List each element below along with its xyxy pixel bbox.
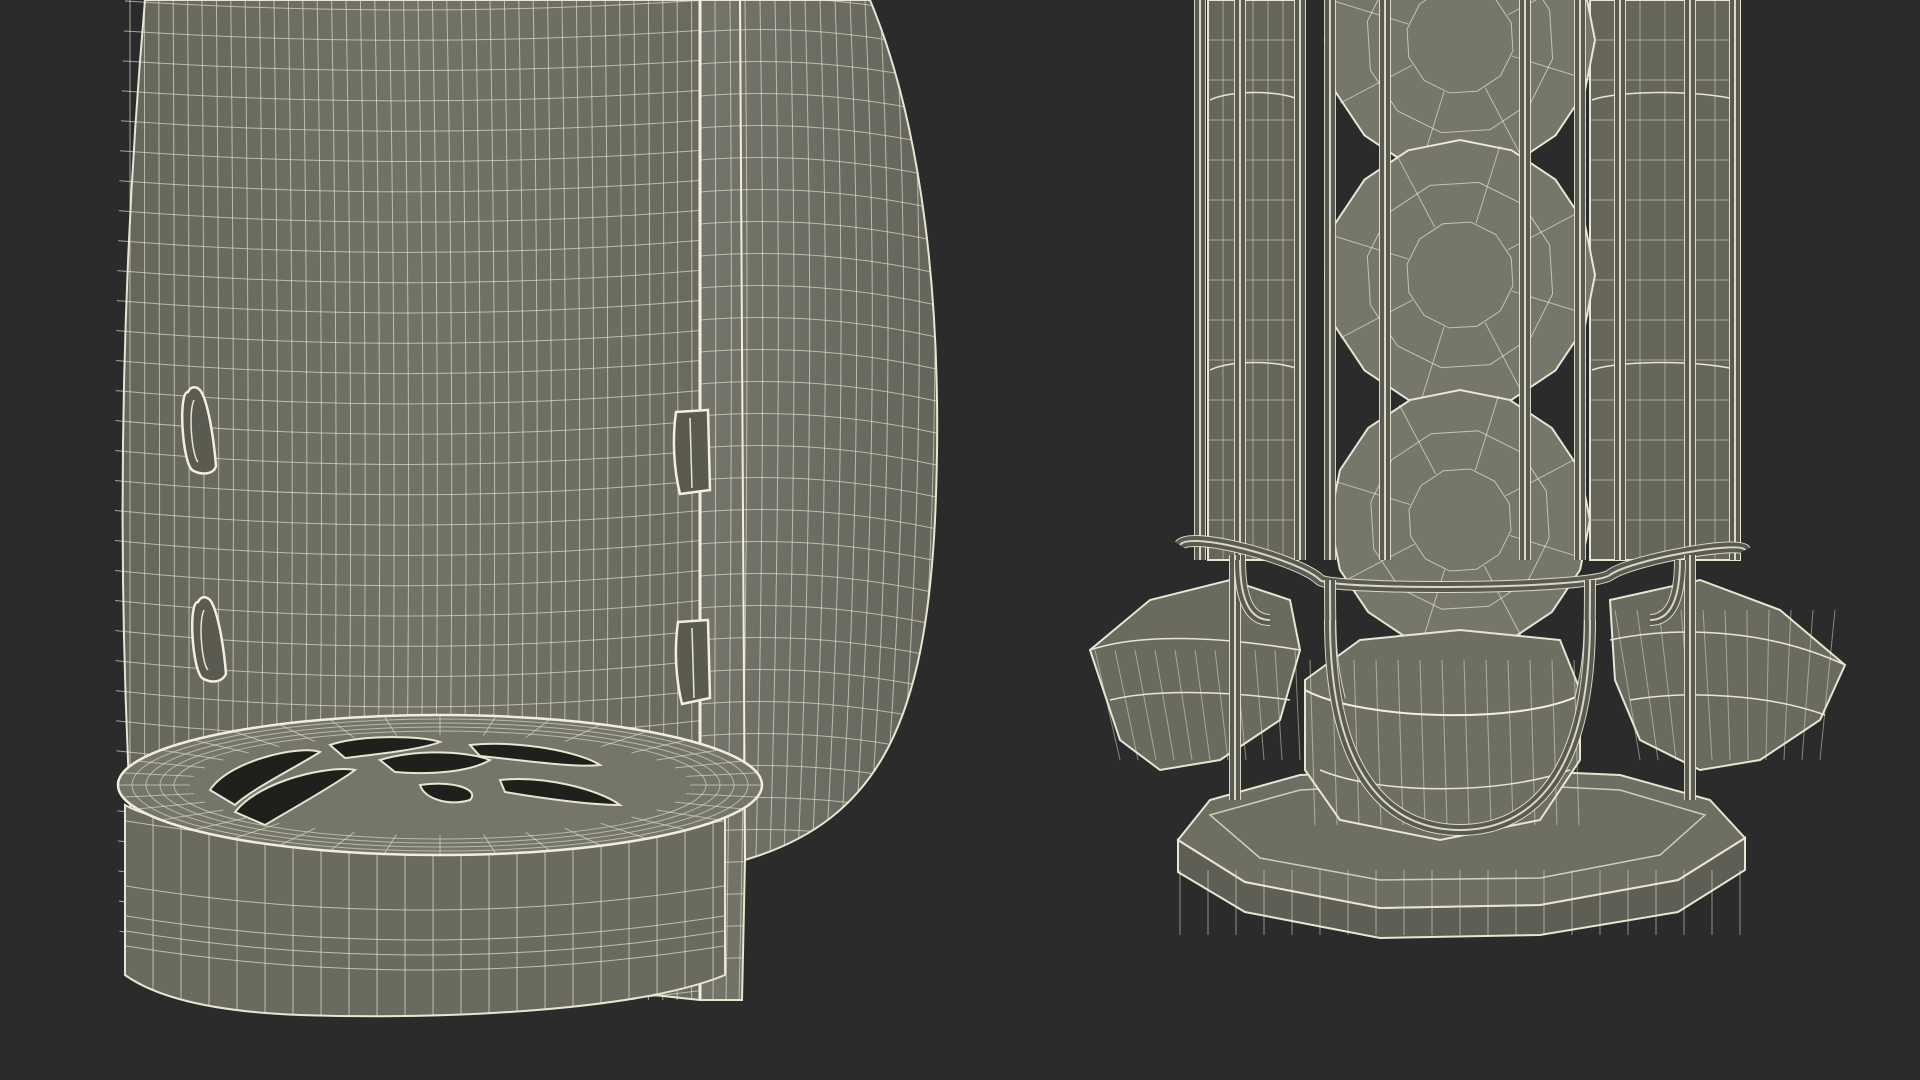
drip-tray [116,713,764,1018]
machine-slot-right-upper [672,408,712,496]
machine-slot-right-lower [674,618,712,706]
rack-center-capsules [1323,0,1597,652]
render-viewport [0,0,1920,1080]
capsule-lid [1328,388,1592,652]
capsule-lid [1323,138,1597,412]
